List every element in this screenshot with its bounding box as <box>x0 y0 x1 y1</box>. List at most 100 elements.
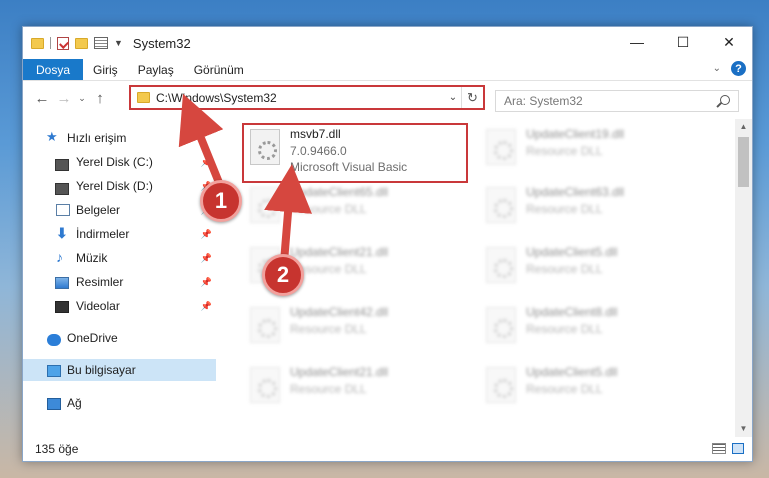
up-button[interactable]: ↑ <box>89 90 111 107</box>
refresh-button[interactable]: ↻ <box>461 87 483 108</box>
file-name: UpdateClient5.dll <box>526 365 618 379</box>
pin-icon[interactable]: 📌 <box>201 229 212 240</box>
sidebar-item-label: İndirmeler <box>76 227 130 241</box>
details-view-icon[interactable] <box>712 443 726 454</box>
sidebar-item-label: Yerel Disk (D:) <box>76 179 153 193</box>
file-item[interactable]: UpdateClient63.dll Resource DLL <box>480 181 702 235</box>
navigation-pane: ★ Hızlı erişim Yerel Disk (C:) 📌 Yerel D… <box>23 119 216 437</box>
tab-view[interactable]: Görünüm <box>184 59 254 80</box>
scroll-up-icon[interactable]: ▲ <box>735 119 752 135</box>
file-description: Resource DLL <box>526 322 603 336</box>
dll-file-icon <box>250 307 280 343</box>
tab-file[interactable]: Dosya <box>23 59 84 80</box>
pictures-icon <box>55 277 69 289</box>
network-icon <box>47 398 61 410</box>
pin-icon[interactable]: 📌 <box>201 301 212 312</box>
expand-ribbon-icon[interactable]: ⌄ <box>713 63 721 74</box>
file-description: Resource DLL <box>290 322 367 336</box>
this-pc-icon <box>47 365 61 377</box>
documents-icon <box>56 204 70 216</box>
explorer-window: ▼ System32 — ☐ ✕ Dosya Giriş Paylaş Görü… <box>22 26 753 462</box>
recent-locations-button[interactable]: ⌄ <box>75 93 89 104</box>
tab-home[interactable]: Giriş <box>83 59 128 80</box>
sidebar-item-quick-access[interactable]: ★ Hızlı erişim <box>23 127 216 149</box>
sidebar-item-label: Yerel Disk (C:) <box>76 155 153 169</box>
customize-dropdown-icon[interactable]: ▼ <box>114 38 123 48</box>
forward-button[interactable]: → <box>53 90 75 107</box>
sidebar-item-pictures[interactable]: Resimler 📌 <box>23 271 216 293</box>
file-description: Resource DLL <box>290 202 367 216</box>
minimize-button[interactable]: — <box>614 27 660 57</box>
search-input[interactable]: Ara: System32 <box>495 90 739 112</box>
sidebar-item-music[interactable]: ♪ Müzik 📌 <box>23 247 216 269</box>
star-icon: ★ <box>46 129 58 144</box>
videos-icon <box>55 301 69 313</box>
file-name: UpdateClient65.dll <box>290 185 389 199</box>
close-button[interactable]: ✕ <box>706 27 752 57</box>
large-icons-view-icon[interactable] <box>732 443 744 454</box>
address-dropdown-icon[interactable]: ⌄ <box>445 92 461 103</box>
sidebar-item-documents[interactable]: Belgeler 📌 <box>23 199 216 221</box>
file-item[interactable]: UpdateClient5.dll Resource DLL <box>480 361 702 415</box>
sidebar-item-onedrive[interactable]: OneDrive <box>23 327 216 349</box>
file-item[interactable]: UpdateClient65.dll Resource DLL <box>244 181 466 235</box>
file-name: UpdateClient21.dll <box>290 365 389 379</box>
sidebar-item-videos[interactable]: Videolar 📌 <box>23 295 216 317</box>
search-icon[interactable] <box>720 95 730 105</box>
properties-check-icon[interactable] <box>57 36 69 50</box>
dll-file-icon <box>250 187 280 223</box>
downloads-icon: ⬇ <box>56 225 68 241</box>
pin-icon[interactable]: 📌 <box>201 157 212 168</box>
window-title: System32 <box>132 35 191 51</box>
drive-icon <box>55 159 69 171</box>
new-folder-icon[interactable] <box>75 37 88 49</box>
file-name: UpdateClient5.dll <box>526 245 618 259</box>
sidebar-item-label: Bu bilgisayar <box>67 363 136 377</box>
sidebar-item-label: Hızlı erişim <box>67 131 127 145</box>
file-highlight-box <box>242 123 468 183</box>
sidebar-item-local-disk-d[interactable]: Yerel Disk (D:) 📌 <box>23 175 216 197</box>
file-item[interactable]: UpdateClient42.dll Resource DLL <box>244 301 466 355</box>
drive-icon <box>55 183 69 195</box>
file-item[interactable]: UpdateClient21.dll Resource DLL <box>244 361 466 415</box>
file-description: Resource DLL <box>290 382 367 396</box>
back-button[interactable]: ← <box>31 90 53 107</box>
address-folder-icon <box>137 92 150 103</box>
tab-share[interactable]: Paylaş <box>128 59 184 80</box>
quick-access-toolbar: ▼ <box>23 36 123 50</box>
pin-icon[interactable]: 📌 <box>201 277 212 288</box>
sidebar-item-downloads[interactable]: ⬇ İndirmeler 📌 <box>23 223 216 245</box>
maximize-button[interactable]: ☐ <box>660 27 706 57</box>
file-description: Resource DLL <box>526 202 603 216</box>
status-bar: 135 öğe <box>23 437 752 461</box>
properties-icon[interactable] <box>94 37 108 49</box>
sidebar-item-this-pc[interactable]: Bu bilgisayar <box>23 359 216 381</box>
vertical-scrollbar[interactable]: ▲ ▼ <box>735 119 752 437</box>
pin-icon[interactable]: 📌 <box>201 253 212 264</box>
file-description: Resource DLL <box>526 144 603 158</box>
file-item[interactable]: UpdateClient19.dll Resource DLL <box>480 123 702 177</box>
window-controls: — ☐ ✕ <box>614 27 752 57</box>
dll-file-icon <box>250 367 280 403</box>
scroll-thumb[interactable] <box>738 137 749 187</box>
toolbar-separator <box>50 37 51 49</box>
address-path[interactable]: C:\Windows\System32 <box>156 91 445 105</box>
scroll-down-icon[interactable]: ▼ <box>735 421 752 437</box>
onedrive-icon <box>47 334 61 346</box>
help-icon[interactable]: ? <box>731 61 746 76</box>
file-name: UpdateClient19.dll <box>526 127 625 141</box>
sidebar-item-network[interactable]: Ağ <box>23 392 216 414</box>
file-name: UpdateClient63.dll <box>526 185 625 199</box>
step-badge-1: 1 <box>200 180 242 222</box>
dll-file-icon <box>486 129 516 165</box>
folder-icon[interactable] <box>31 37 44 49</box>
sidebar-item-label: Videolar <box>76 299 120 313</box>
sidebar-item-label: Ağ <box>67 396 82 410</box>
step-badge-2: 2 <box>262 254 304 296</box>
file-item[interactable]: UpdateClient5.dll Resource DLL <box>480 241 702 295</box>
file-name: UpdateClient42.dll <box>290 305 389 319</box>
music-icon: ♪ <box>56 249 63 265</box>
sidebar-item-local-disk-c[interactable]: Yerel Disk (C:) 📌 <box>23 151 216 173</box>
file-item[interactable]: UpdateClient8.dll Resource DLL <box>480 301 702 355</box>
address-bar[interactable]: C:\Windows\System32 ⌄ ↻ <box>129 85 485 110</box>
